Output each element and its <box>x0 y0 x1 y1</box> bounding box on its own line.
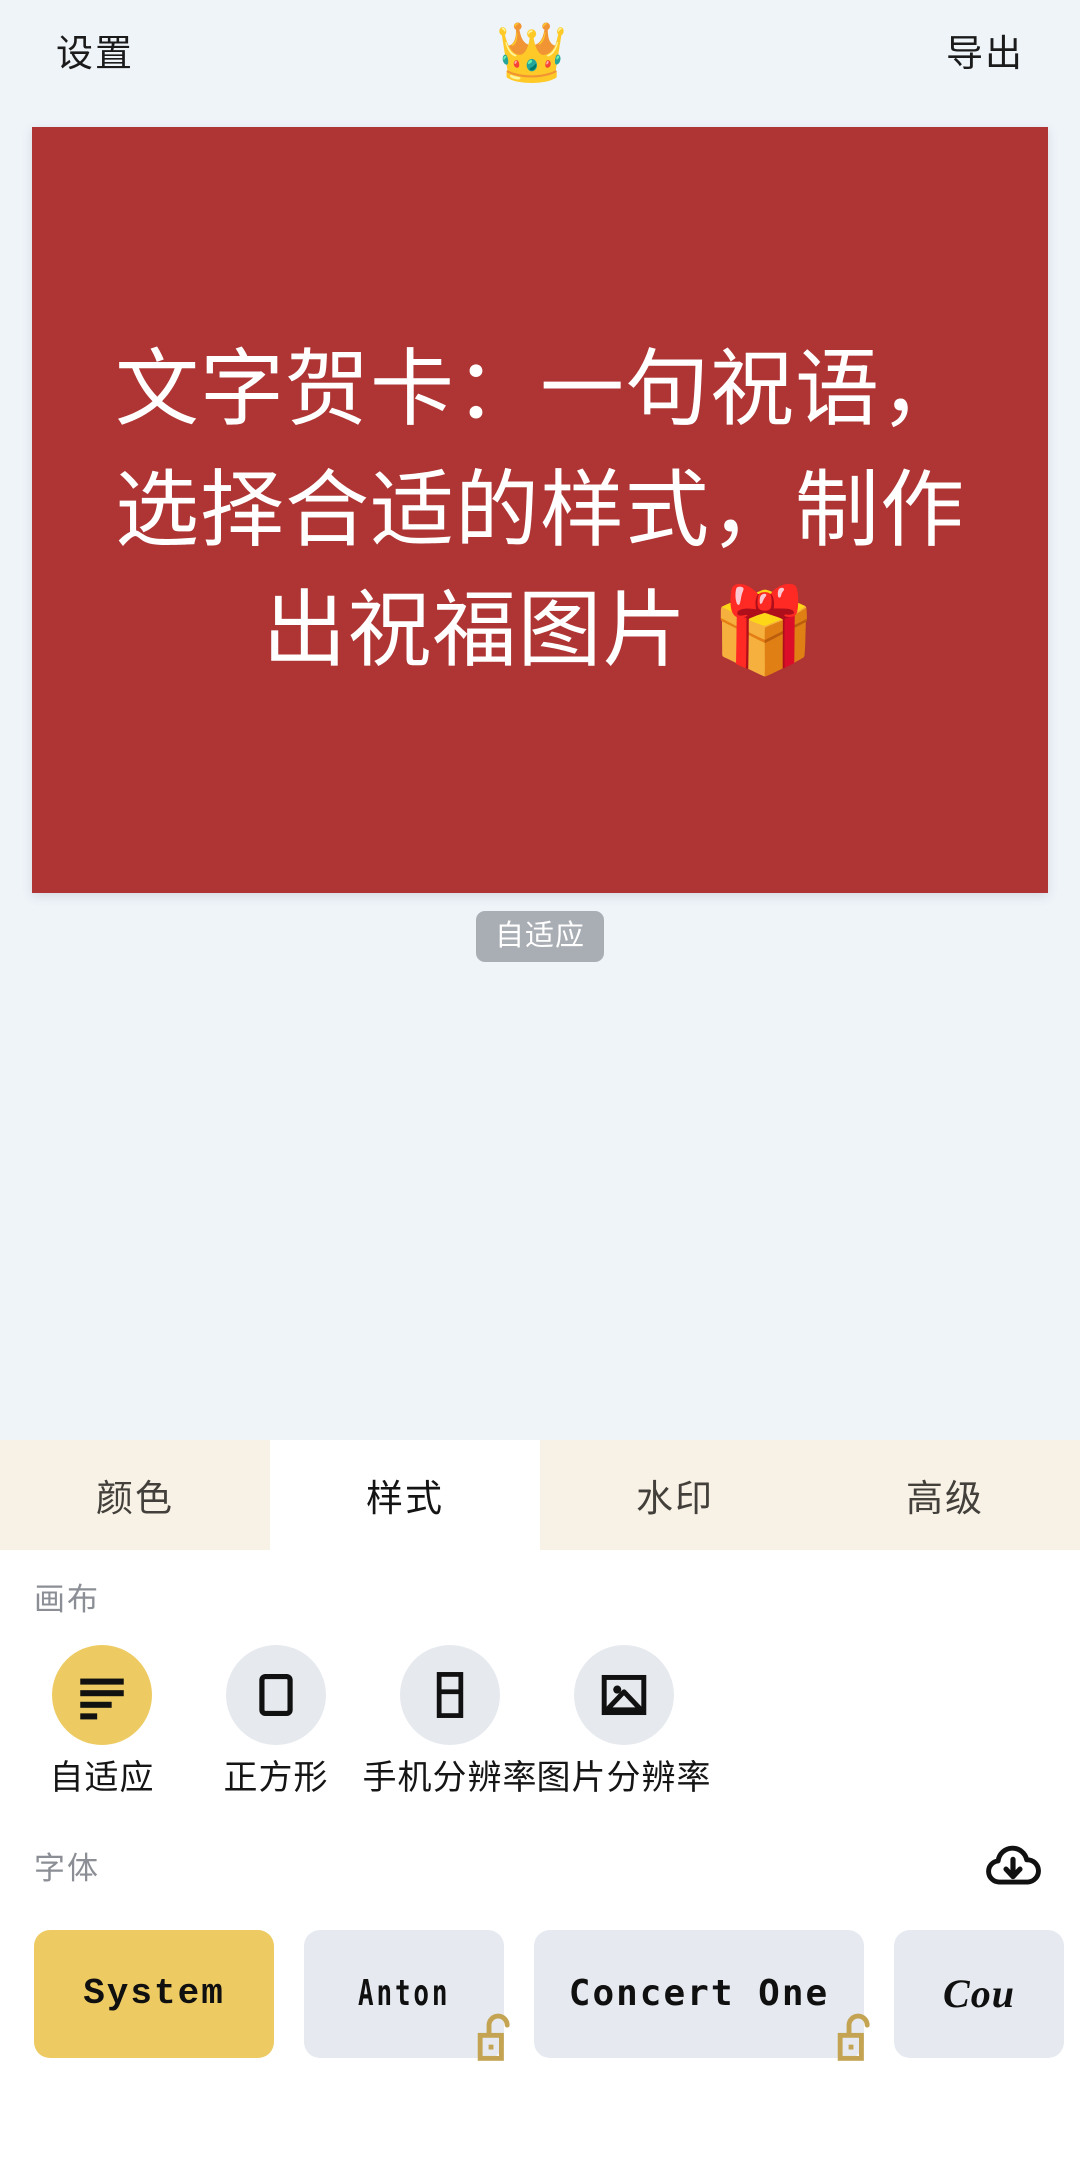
canvas-option-square[interactable]: 正方形 <box>208 1645 344 1795</box>
font-chip-label: Anton <box>357 1973 451 2014</box>
unlock-icon[interactable] <box>470 2007 524 2074</box>
canvas-option-label: 手机分辨率 <box>362 1759 538 1797</box>
ratio-badge: 自适应 <box>475 911 604 962</box>
canvas-section-label: 画布 <box>34 1582 100 1617</box>
canvas-option-label: 图片分辨率 <box>536 1759 712 1797</box>
style-panel: 画布 自适应 正方形 手机分辨率 图片分辨率 字体 System Anton C… <box>0 1550 1080 2160</box>
canvas-option-adaptive[interactable]: 自适应 <box>34 1645 170 1795</box>
tab-advanced[interactable]: 高级 <box>810 1440 1080 1550</box>
font-chip-courgette[interactable]: Cou <box>894 1930 1064 2058</box>
font-chip-concert-one[interactable]: Concert One <box>534 1930 870 2061</box>
image-icon[interactable] <box>574 1645 674 1745</box>
canvas-option-image-resolution[interactable]: 图片分辨率 <box>537 1645 711 1795</box>
settings-button[interactable]: 设置 <box>56 35 134 72</box>
tab-style[interactable]: 样式 <box>270 1440 540 1550</box>
canvas-option-phone-resolution[interactable]: 手机分辨率 <box>363 1645 537 1795</box>
unlock-icon[interactable] <box>830 2007 884 2074</box>
cloud-download-icon[interactable] <box>982 1835 1044 1902</box>
tab-bar: 颜色 样式 水印 高级 <box>0 1440 1080 1550</box>
app-root: 设置 👑 导出 文字贺卡：一句祝语，选择合适的样式，制作出祝福图片 🎁 自适应 … <box>0 0 1080 2160</box>
font-section-label: 字体 <box>34 1851 100 1886</box>
font-chip-system[interactable]: System <box>34 1930 274 2058</box>
font-section-header: 字体 <box>0 1795 1080 1902</box>
align-left-icon[interactable] <box>52 1645 152 1745</box>
font-chip-row[interactable]: System Anton Concert One Cou <box>0 1902 1080 2061</box>
canvas-option-row: 自适应 正方形 手机分辨率 图片分辨率 <box>0 1615 1080 1795</box>
phone-icon[interactable] <box>400 1645 500 1745</box>
export-button[interactable]: 导出 <box>946 35 1024 72</box>
tab-color[interactable]: 颜色 <box>0 1440 270 1550</box>
canvas-preview[interactable]: 文字贺卡：一句祝语，选择合适的样式，制作出祝福图片 🎁 <box>32 127 1048 893</box>
crown-icon[interactable]: 👑 <box>496 24 568 82</box>
ratio-badge-row: 自适应 <box>0 911 1080 962</box>
canvas-preview-wrapper: 文字贺卡：一句祝语，选择合适的样式，制作出祝福图片 🎁 <box>0 106 1080 893</box>
canvas-option-label: 正方形 <box>223 1759 329 1797</box>
canvas-option-label: 自适应 <box>49 1759 155 1797</box>
top-bar: 设置 👑 导出 <box>0 0 1080 106</box>
font-chip-anton[interactable]: Anton <box>304 1930 510 2061</box>
tab-watermark[interactable]: 水印 <box>540 1440 810 1550</box>
font-chip-label: System <box>83 1973 225 2014</box>
font-chip-label: Concert One <box>568 1973 830 2014</box>
flex-spacer <box>0 962 1080 1440</box>
font-chip-label: Cou <box>943 1971 1015 2016</box>
canvas-text[interactable]: 文字贺卡：一句祝语，选择合适的样式，制作出祝福图片 🎁 <box>84 329 996 692</box>
square-icon[interactable] <box>226 1645 326 1745</box>
